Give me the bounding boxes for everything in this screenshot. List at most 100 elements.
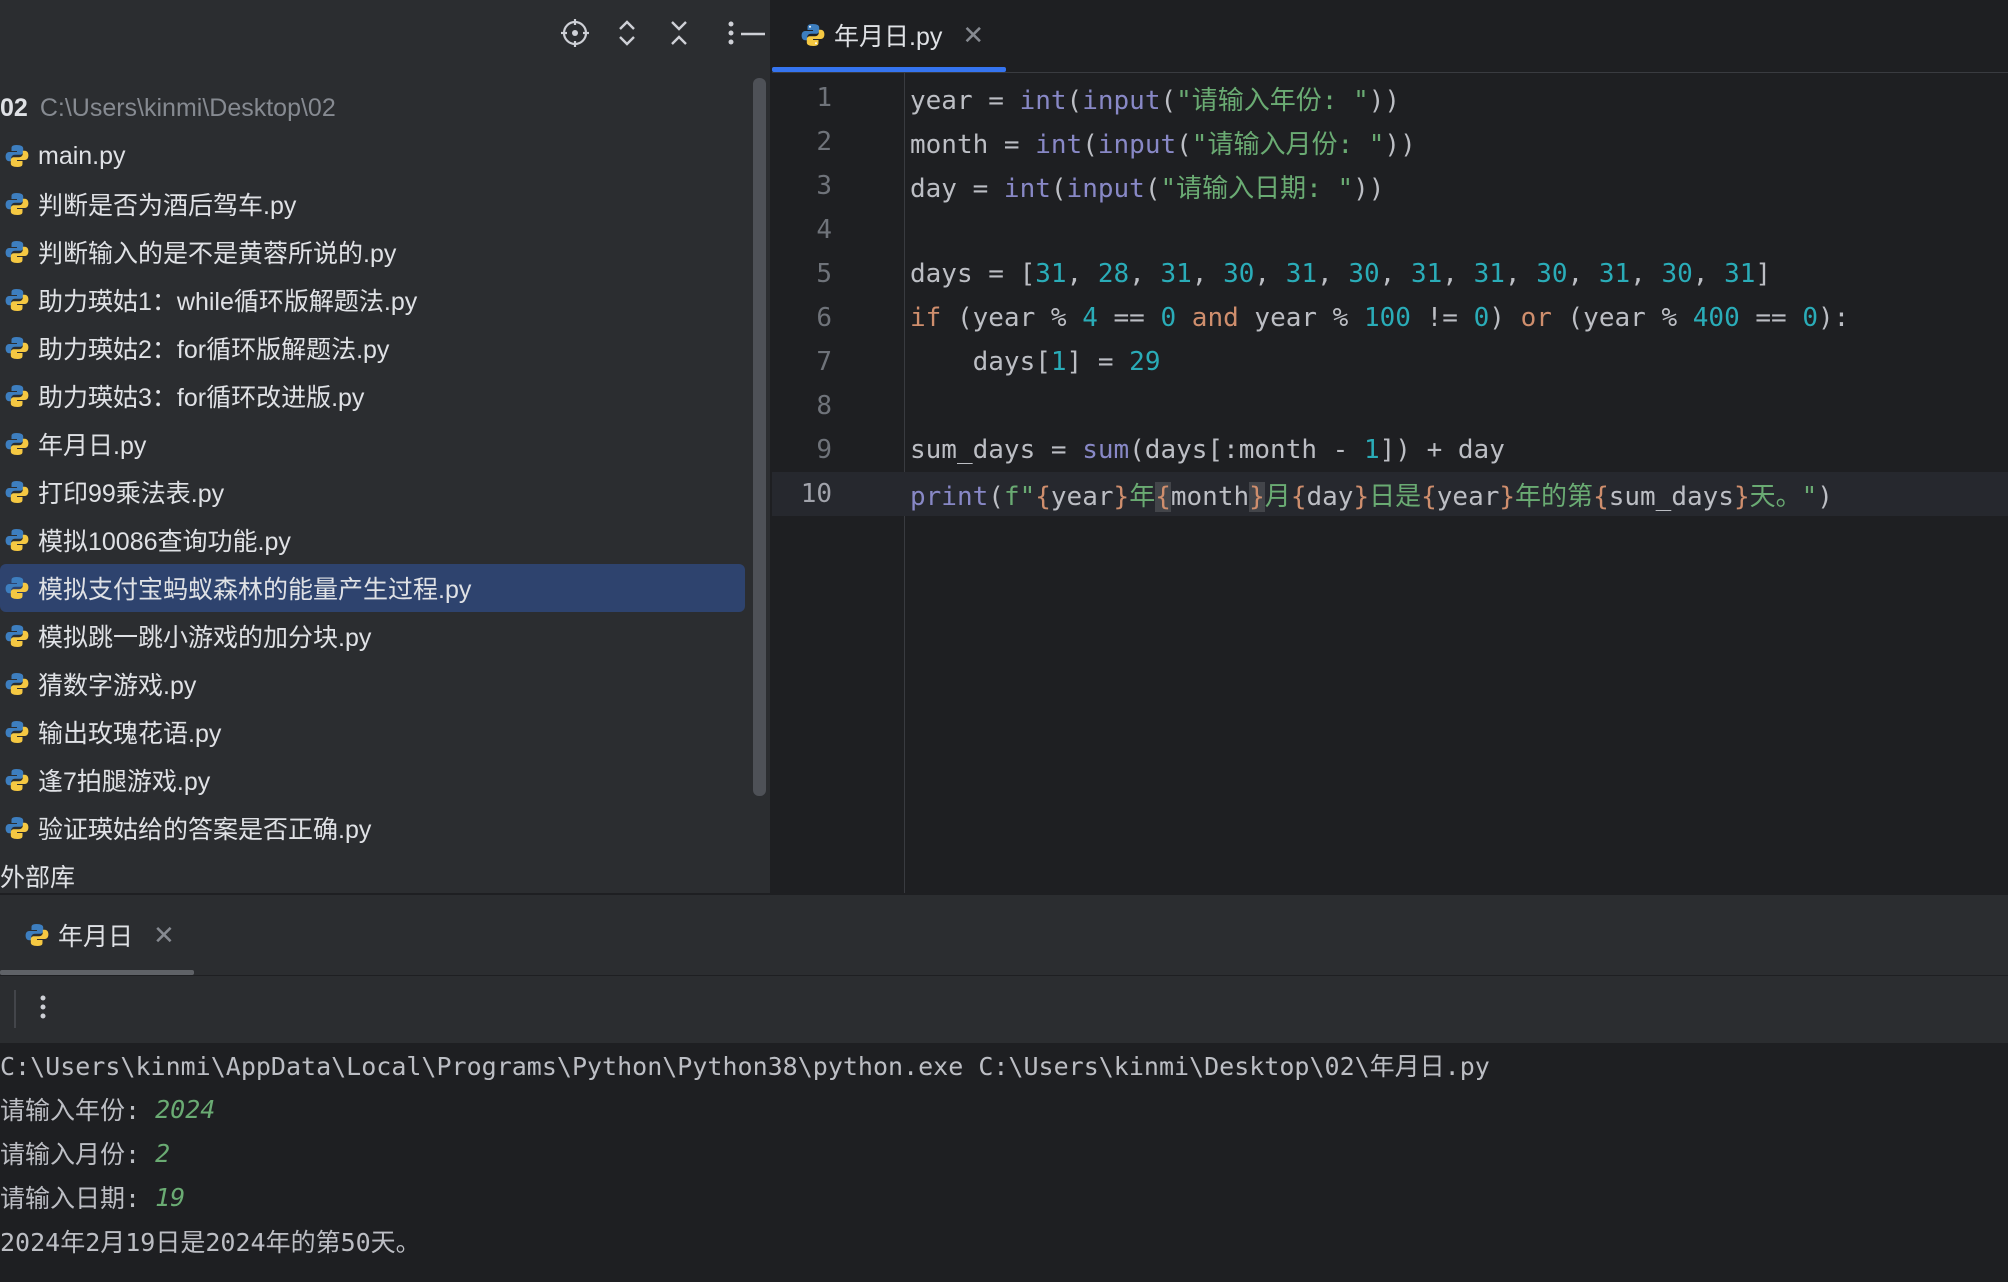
external-libraries-label: 外部库 xyxy=(0,864,76,892)
code-line: 1 year = int(input("请输入年份: ")) xyxy=(772,76,2008,120)
active-tab-indicator xyxy=(772,67,1006,72)
python-file-icon xyxy=(5,193,29,215)
run-tab-indicator xyxy=(0,970,194,975)
root-name: 02 xyxy=(0,93,28,122)
console-line: 请输入年份: 2024 xyxy=(0,1094,216,1126)
run-toolbar xyxy=(0,976,2008,1040)
project-toolbar xyxy=(470,0,770,66)
editor-tab-active[interactable]: 年月日.py ✕ xyxy=(796,0,984,70)
python-file-icon xyxy=(5,145,29,167)
code-line: 7 days[1] = 29 xyxy=(772,340,2008,384)
collapse-all-icon[interactable] xyxy=(662,16,696,50)
python-file-icon xyxy=(5,289,29,311)
python-file-icon xyxy=(5,337,29,359)
python-file-icon xyxy=(5,577,29,599)
console-input: 2024 xyxy=(155,1094,216,1124)
file-item[interactable]: 判断输入的是不是黄蓉所说的.py xyxy=(0,228,755,276)
python-file-icon xyxy=(5,385,29,407)
editor-tab-label: 年月日.py xyxy=(834,23,943,51)
file-item[interactable]: 验证瑛姑给的答案是否正确.py xyxy=(0,804,755,852)
editor-tab-bar: 年月日.py ✕ xyxy=(772,0,2008,73)
file-name: 验证瑛姑给的答案是否正确.py xyxy=(38,816,372,844)
python-file-icon xyxy=(5,721,29,743)
file-name: 助力瑛姑1：while循环版解题法.py xyxy=(38,288,418,316)
run-tab-label: 年月日 xyxy=(58,923,134,951)
file-name: main.py xyxy=(38,141,126,170)
run-panel: 年月日 ✕ C:\Users\kinmi\AppData\Local\Progr… xyxy=(0,895,2008,1282)
expand-all-icon[interactable] xyxy=(610,16,644,50)
console-input: 2 xyxy=(155,1138,171,1168)
code-line: 4 xyxy=(772,208,2008,252)
python-file-icon xyxy=(5,433,29,455)
file-name: 模拟跳一跳小游戏的加分块.py xyxy=(38,624,372,652)
external-libraries[interactable]: 外部库 xyxy=(0,852,755,900)
file-item[interactable]: 模拟10086查询功能.py xyxy=(0,516,755,564)
line-number: 6 xyxy=(816,303,832,333)
file-name: 模拟支付宝蚂蚁森林的能量产生过程.py xyxy=(38,576,472,604)
python-file-icon xyxy=(5,673,29,695)
code-line: 2 month = int(input("请输入月份: ")) xyxy=(772,120,2008,164)
locate-icon[interactable] xyxy=(558,16,592,50)
file-item[interactable]: 逢7拍腿游戏.py xyxy=(0,756,755,804)
file-item[interactable]: 输出玫瑰花语.py xyxy=(0,708,755,756)
close-tab-icon[interactable]: ✕ xyxy=(962,20,984,51)
code-line-current: 10 print(f"{year}年{month}月{day}日是{year}年的… xyxy=(772,472,2008,516)
console-command: C:\Users\kinmi\AppData\Local\Programs\Py… xyxy=(0,1052,1490,1081)
line-number: 9 xyxy=(816,435,832,465)
run-tab[interactable]: 年月日 ✕ xyxy=(20,913,175,957)
file-item[interactable]: 助力瑛姑3：for循环改进版.py xyxy=(0,372,755,420)
file-item[interactable]: 猜数字游戏.py xyxy=(0,660,755,708)
close-run-tab-icon[interactable]: ✕ xyxy=(153,920,175,951)
console-input: 19 xyxy=(155,1182,186,1212)
file-item[interactable]: 年月日.py xyxy=(0,420,755,468)
project-panel: 02 C:\Users\kinmi\Desktop\02 main.py 判断是否… xyxy=(0,0,770,893)
console-result: 2024年2月19日是2024年的第50天。 xyxy=(0,1228,421,1257)
python-file-icon xyxy=(5,769,29,791)
toolbar-separator xyxy=(14,990,16,1028)
file-name: 助力瑛姑3：for循环改进版.py xyxy=(38,384,365,412)
file-name: 输出玫瑰花语.py xyxy=(38,720,222,748)
console-output[interactable]: C:\Users\kinmi\AppData\Local\Programs\Py… xyxy=(0,1043,2008,1282)
run-more-icon[interactable] xyxy=(38,990,48,1032)
python-file-icon xyxy=(5,625,29,647)
python-file-icon xyxy=(5,817,29,839)
project-scrollbar[interactable] xyxy=(753,78,766,796)
file-name: 猜数字游戏.py xyxy=(38,672,197,700)
tree-root[interactable]: 02 C:\Users\kinmi\Desktop\02 xyxy=(0,84,755,132)
run-tab-bar: 年月日 ✕ xyxy=(0,895,2008,976)
file-item[interactable]: 打印99乘法表.py xyxy=(0,468,755,516)
line-number: 3 xyxy=(816,171,832,201)
file-name: 判断是否为酒后驾车.py xyxy=(38,192,297,220)
line-number: 4 xyxy=(816,215,832,245)
minimize-icon[interactable] xyxy=(736,16,770,50)
file-name: 打印99乘法表.py xyxy=(38,480,225,508)
code-line: 8 xyxy=(772,384,2008,428)
project-tree: 02 C:\Users\kinmi\Desktop\02 main.py 判断是否… xyxy=(0,84,755,900)
line-number: 5 xyxy=(816,259,832,289)
file-name: 年月日.py xyxy=(38,432,147,460)
python-file-icon xyxy=(5,241,29,263)
line-number: 2 xyxy=(816,127,832,157)
python-file-icon xyxy=(801,24,825,46)
file-item[interactable]: 模拟跳一跳小游戏的加分块.py xyxy=(0,612,755,660)
file-item[interactable]: main.py xyxy=(0,132,755,180)
console-line: 请输入月份: 2 xyxy=(0,1138,171,1170)
file-item[interactable]: 判断是否为酒后驾车.py xyxy=(0,180,755,228)
root-path: C:\Users\kinmi\Desktop\02 xyxy=(39,93,336,122)
line-number: 1 xyxy=(816,83,832,113)
line-number: 7 xyxy=(816,347,832,377)
line-number: 8 xyxy=(816,391,832,421)
file-item[interactable]: 模拟支付宝蚂蚁森林的能量产生过程.py xyxy=(0,564,745,612)
python-file-icon xyxy=(5,529,29,551)
code-line: 9 sum_days = sum(days[:month - 1]) + day xyxy=(772,428,2008,472)
file-name: 逢7拍腿游戏.py xyxy=(38,768,211,796)
code-line: 6 if (year % 4 == 0 and year % 100 != 0) … xyxy=(772,296,2008,340)
code-line: 3 day = int(input("请输入日期: ")) xyxy=(772,164,2008,208)
python-run-icon xyxy=(25,924,49,946)
console-line: 请输入日期: 19 xyxy=(0,1182,186,1214)
file-item[interactable]: 助力瑛姑2：for循环版解题法.py xyxy=(0,324,755,372)
file-name: 模拟10086查询功能.py xyxy=(38,528,291,556)
file-item[interactable]: 助力瑛姑1：while循环版解题法.py xyxy=(0,276,755,324)
code-area[interactable]: 1 year = int(input("请输入年份: ")) 2 month = i… xyxy=(772,76,2008,516)
line-number: 10 xyxy=(800,479,832,509)
